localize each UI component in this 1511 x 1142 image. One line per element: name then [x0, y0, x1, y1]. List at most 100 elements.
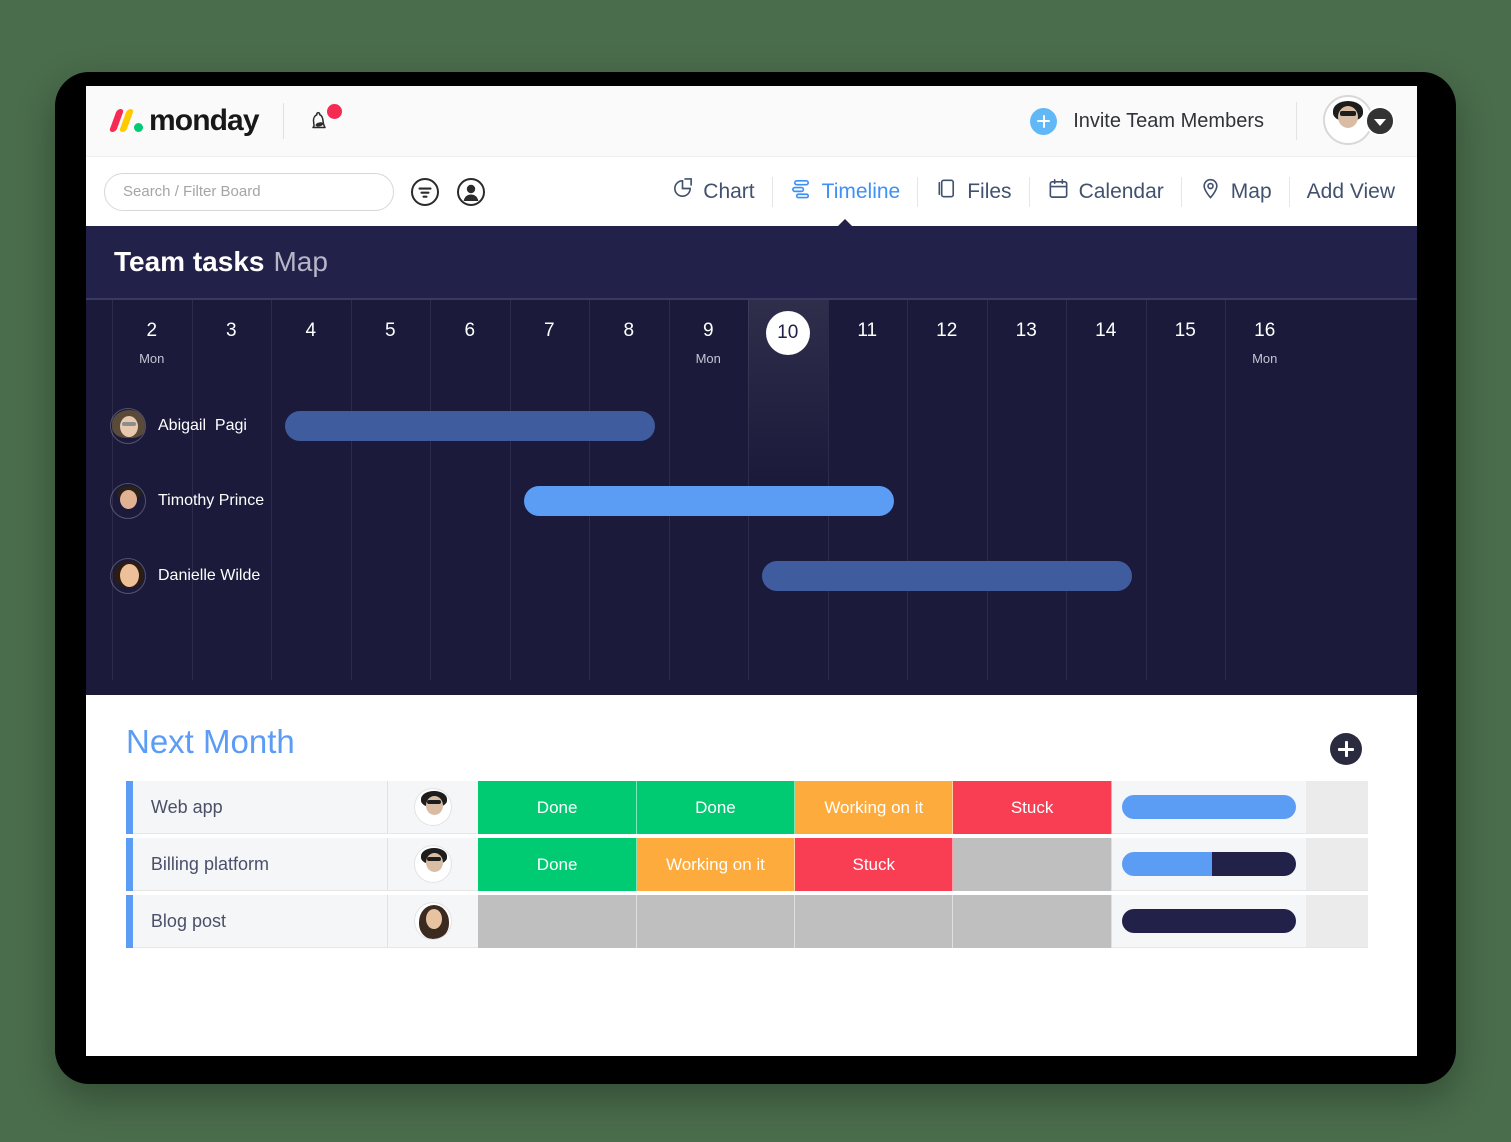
- timeline-date-number: 8: [623, 320, 635, 341]
- timeline-day-of-week: Mon: [1252, 351, 1278, 366]
- progress-fill-dark: [1121, 909, 1296, 933]
- today-date-badge: 10: [765, 311, 810, 355]
- timeline-bar[interactable]: [285, 411, 655, 441]
- monday-logo-text: monday: [149, 104, 260, 137]
- status-badge[interactable]: [953, 838, 1112, 891]
- timeline-bar[interactable]: [762, 561, 1132, 591]
- tab-add-view-label: Add View: [1306, 179, 1395, 203]
- top-divider: [282, 103, 284, 139]
- progress-bar: [1121, 852, 1296, 876]
- status-label: Stuck: [852, 854, 896, 874]
- status-label: Working on it: [665, 854, 765, 874]
- tab-chart[interactable]: Chart: [654, 175, 771, 209]
- row-tail-cell: [1305, 781, 1369, 834]
- timeline-date-number: 3: [225, 320, 237, 341]
- avatar: [414, 788, 453, 826]
- monday-logo-mark-icon: [108, 108, 146, 134]
- top-bar-right: Invite Team Members: [1030, 95, 1417, 147]
- status-badge[interactable]: Stuck: [795, 838, 954, 891]
- progress-cell[interactable]: [1111, 895, 1306, 948]
- progress-fill-dark: [1212, 852, 1296, 876]
- timeline-day-of-week: Mon: [139, 351, 165, 366]
- avatar: [414, 902, 453, 940]
- map-pin-icon: [1199, 177, 1222, 206]
- tab-calendar[interactable]: Calendar: [1030, 175, 1181, 209]
- timeline-bar[interactable]: [523, 486, 894, 516]
- timeline-date-number: 16: [1254, 320, 1276, 341]
- table-row[interactable]: Web app Done Done Working on it Stuck: [126, 781, 1369, 834]
- status-badge[interactable]: Working on it: [636, 838, 796, 891]
- timeline-person: Abigail Pagi: [110, 395, 247, 457]
- row-tail-cell: [1305, 838, 1369, 891]
- view-tabs: Chart Timeline Files Calendar Map Add Vi…: [654, 175, 1417, 235]
- row-accent: [126, 838, 133, 891]
- timeline-date-number: 7: [543, 320, 555, 341]
- timeline-date-number: 6: [464, 320, 476, 341]
- invite-team-members-button[interactable]: Invite Team Members: [1073, 110, 1264, 133]
- row-owner-cell[interactable]: [387, 781, 479, 834]
- status-badge[interactable]: [953, 895, 1112, 948]
- timeline-person-name: Timothy Prince: [158, 492, 265, 509]
- monday-logo[interactable]: monday: [86, 104, 260, 138]
- timeline-icon: [790, 177, 813, 206]
- timeline-person: Timothy Prince: [110, 470, 264, 532]
- status-badge[interactable]: Done: [478, 781, 637, 834]
- user-avatar-group[interactable]: [1323, 95, 1395, 147]
- notification-badge: [326, 104, 342, 119]
- avatar: [110, 558, 146, 594]
- timeline-panel[interactable]: 2 Mon 3 4 5 6 7 8 9 Mon 10 11 12 13 14 15 16 Mon Abigail …: [86, 300, 1417, 695]
- row-owner-cell[interactable]: [387, 895, 479, 948]
- device-frame: monday Invite Team Members Search / Filt…: [55, 72, 1456, 1084]
- status-badge[interactable]: Done: [636, 781, 796, 834]
- tab-timeline-label: Timeline: [821, 179, 901, 203]
- status-badge[interactable]: Stuck: [953, 781, 1112, 834]
- progress-cell[interactable]: [1111, 781, 1306, 834]
- status-label: Done: [536, 797, 578, 817]
- tab-files-label: Files: [967, 179, 1012, 203]
- timeline-date-number: 12: [936, 320, 958, 341]
- status-badge[interactable]: [478, 895, 637, 948]
- timeline-date-number: 11: [857, 320, 878, 341]
- avatar: [110, 408, 146, 444]
- search-input[interactable]: Search / Filter Board: [104, 172, 394, 211]
- table-row[interactable]: Blog post: [126, 895, 1369, 948]
- progress-cell[interactable]: [1111, 838, 1306, 891]
- pie-chart-icon: [671, 177, 694, 206]
- avatar-chevron-down-icon[interactable]: [1365, 106, 1395, 136]
- tab-add-view[interactable]: Add View: [1290, 175, 1399, 209]
- next-month-section: Next Month Web app Done Done Working on it S…: [86, 695, 1417, 1056]
- timeline-date-number: 4: [305, 320, 317, 341]
- next-month-title: Next Month: [126, 723, 295, 760]
- tab-timeline[interactable]: Timeline: [773, 175, 918, 235]
- status-badge[interactable]: Working on it: [795, 781, 954, 834]
- tab-map[interactable]: Map: [1182, 175, 1289, 209]
- progress-fill-blue: [1121, 852, 1213, 876]
- status-badge[interactable]: Done: [478, 838, 637, 891]
- tab-map-label: Map: [1230, 179, 1272, 203]
- tab-calendar-label: Calendar: [1078, 179, 1164, 203]
- status-badge[interactable]: [636, 895, 796, 948]
- timeline-row: Danielle Wilde: [86, 545, 1417, 607]
- person-filter-icon[interactable]: [456, 177, 486, 207]
- progress-bar: [1121, 909, 1296, 933]
- status-label: Working on it: [824, 797, 924, 817]
- row-owner-cell[interactable]: [387, 838, 479, 891]
- notifications-bell-icon[interactable]: [308, 104, 342, 138]
- timeline-person-name: Danielle Wilde: [158, 567, 261, 584]
- filter-icon[interactable]: [410, 177, 440, 207]
- status-badge[interactable]: [795, 895, 954, 948]
- row-name: Blog post: [132, 895, 388, 948]
- board-header: Team tasks Map: [86, 226, 1417, 300]
- row-accent: [126, 895, 133, 948]
- timeline-row: Timothy Prince: [86, 470, 1417, 532]
- avatar: [110, 483, 146, 519]
- next-month-table: Web app Done Done Working on it Stuck Billing…: [126, 781, 1369, 948]
- invite-plus-icon[interactable]: [1030, 107, 1058, 135]
- timeline-date-number: 2: [146, 320, 158, 341]
- progress-bar: [1121, 795, 1296, 819]
- table-row[interactable]: Billing platform Done Working on it Stuck: [126, 838, 1369, 891]
- add-item-button[interactable]: [1330, 733, 1362, 765]
- tab-files[interactable]: Files: [918, 175, 1028, 209]
- timeline-row: Abigail Pagi: [86, 395, 1417, 457]
- row-name: Web app: [132, 781, 388, 834]
